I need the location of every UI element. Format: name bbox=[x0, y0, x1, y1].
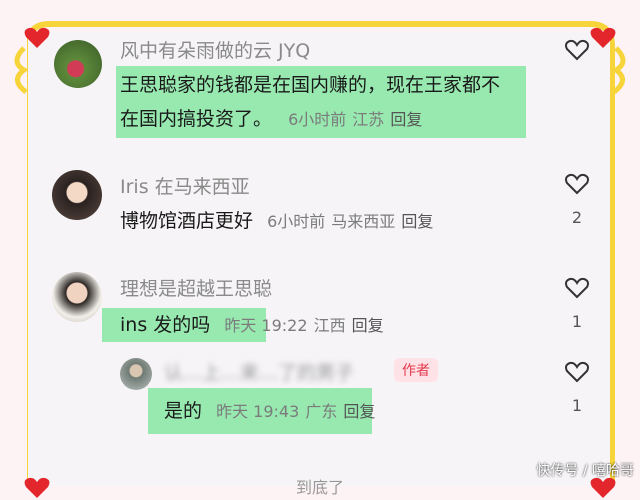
corner-heart-icon bbox=[24, 27, 50, 48]
footer-text: 到底了 bbox=[296, 478, 345, 497]
comment-text-row: 是的 昨天 19:43 广东 回复 bbox=[164, 396, 375, 423]
comment-author[interactable]: Iris 在马来西亚 bbox=[120, 172, 250, 199]
comment-time: 6小时前 bbox=[267, 212, 326, 231]
comment-location: 马来西亚 bbox=[331, 212, 396, 231]
avatar[interactable] bbox=[54, 40, 102, 88]
comment-location: 江苏 bbox=[352, 110, 385, 129]
comment-text-row: ins 发的吗 昨天 19:22 江西 回复 bbox=[120, 310, 384, 337]
comment-author[interactable]: 风中有朵雨做的云 JYQ bbox=[120, 36, 310, 63]
comment-text: 博物馆酒店更好 bbox=[120, 210, 254, 232]
reply-link[interactable]: 回复 bbox=[390, 110, 422, 129]
like-heart-icon[interactable] bbox=[564, 38, 590, 62]
reply-link[interactable]: 回复 bbox=[343, 402, 375, 421]
comment-location: 江西 bbox=[313, 316, 346, 335]
avatar[interactable] bbox=[120, 358, 152, 390]
like-heart-icon[interactable] bbox=[564, 276, 590, 300]
comment-location: 广东 bbox=[305, 402, 338, 421]
comment-time: 昨天 19:43 bbox=[216, 402, 300, 421]
comment-time: 昨天 19:22 bbox=[224, 316, 308, 335]
like-count: 1 bbox=[571, 312, 583, 331]
like-count: 2 bbox=[571, 208, 583, 227]
like-heart-icon[interactable] bbox=[564, 360, 590, 384]
like-heart-icon[interactable] bbox=[564, 172, 590, 196]
corner-heart-icon bbox=[590, 27, 616, 48]
reply-link[interactable]: 回复 bbox=[352, 316, 384, 335]
comment-text: 王思聪家的钱都是在国内赚的，现在王家都不 bbox=[120, 74, 501, 96]
comment-author[interactable]: 认…上…来…了的男子 bbox=[164, 358, 354, 385]
corner-heart-icon bbox=[24, 477, 50, 498]
comment-author[interactable]: 理想是超越王思聪 bbox=[120, 274, 272, 301]
avatar[interactable] bbox=[52, 272, 102, 322]
comment-text-line2: 在国内搞投资了。 6小时前 江苏 回复 bbox=[120, 108, 423, 130]
comment-text: 是的 bbox=[164, 400, 203, 422]
comment-time: 6小时前 bbox=[288, 110, 347, 129]
reply-link[interactable]: 回复 bbox=[401, 212, 433, 231]
avatar[interactable] bbox=[52, 170, 102, 220]
comment-text-row: 博物馆酒店更好 6小时前 马来西亚 回复 bbox=[120, 206, 433, 233]
watermark: 快传号 / 嘻哈哥 bbox=[536, 463, 634, 479]
author-badge: 作者 bbox=[394, 358, 438, 382]
comment-text: ins 发的吗 bbox=[120, 314, 211, 336]
like-count: 1 bbox=[571, 396, 583, 415]
